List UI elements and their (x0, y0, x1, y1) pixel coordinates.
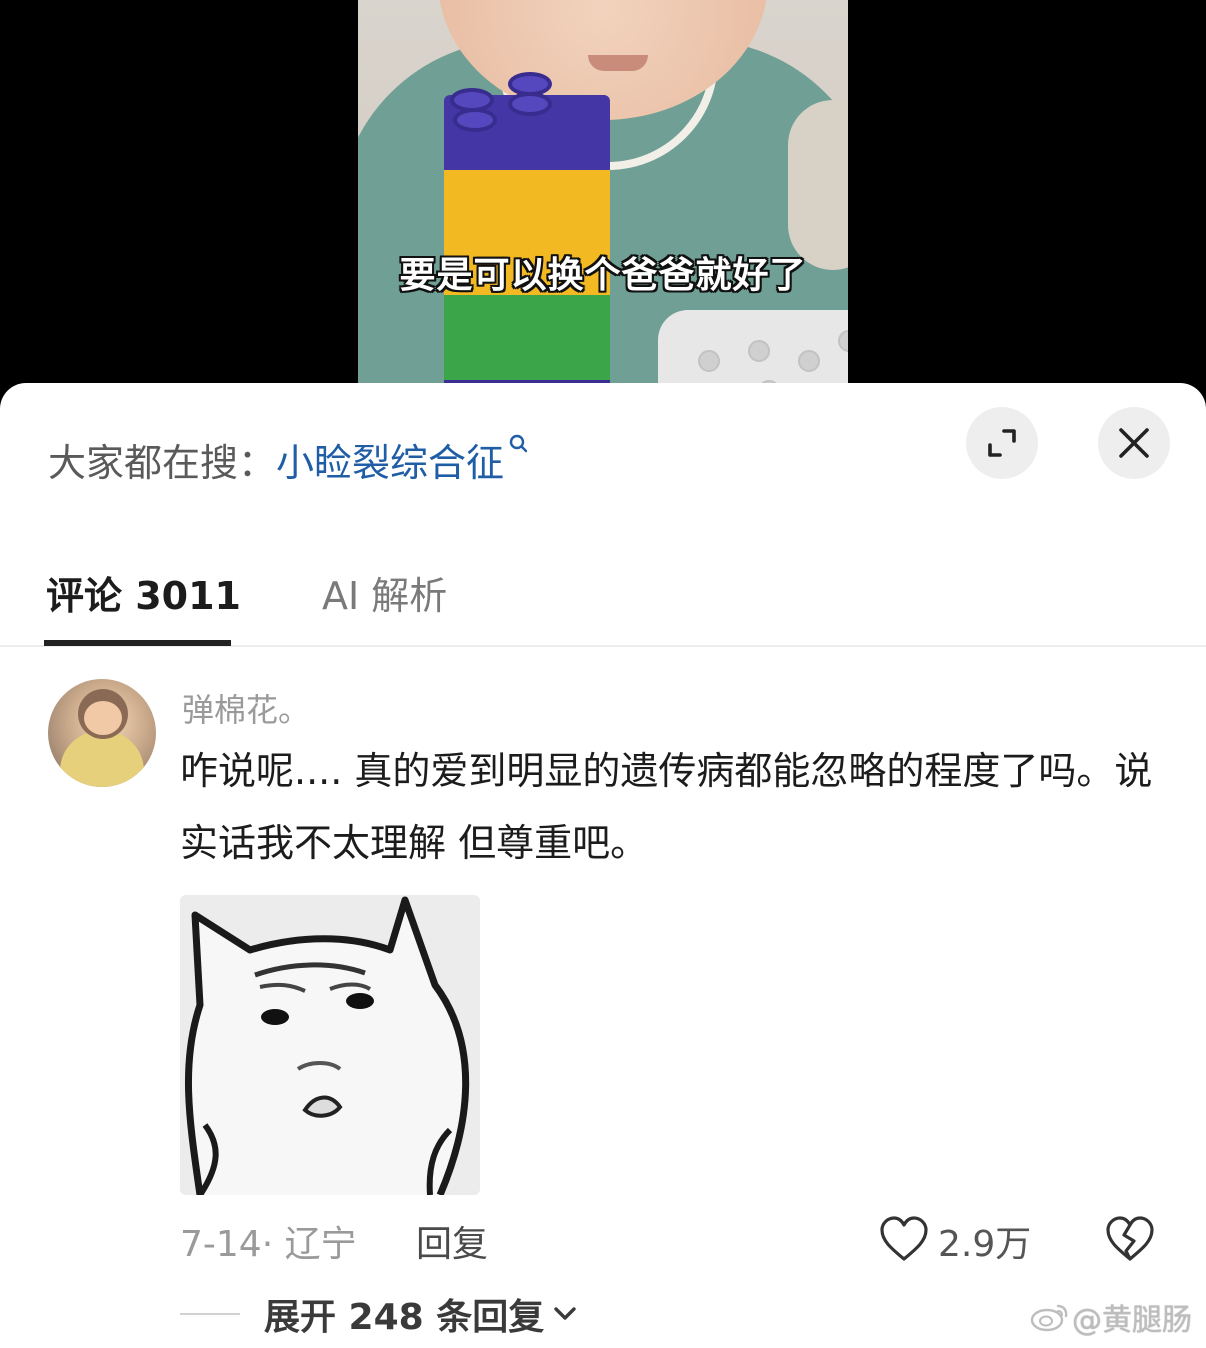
watermark-text: @黄腿肠 (1072, 1303, 1192, 1338)
expand-divider (180, 1313, 240, 1315)
lego-brick-green (444, 295, 610, 380)
expand-icon (988, 429, 1016, 457)
close-button[interactable] (1098, 407, 1170, 479)
expand-replies-label[interactable]: 展开 248 条回复 (264, 1288, 544, 1340)
watermark: @黄腿肠 (1030, 1297, 1192, 1338)
comment-username[interactable]: 弹棉花。 (182, 685, 310, 731)
tab-bar: 评论 3011 AI 解析 (0, 543, 1206, 647)
comment-sticker-image[interactable] (180, 895, 480, 1195)
like-count: 2.9万 (938, 1224, 1032, 1265)
video-shirt-print (788, 100, 848, 270)
heart-icon[interactable] (878, 1215, 930, 1263)
weibo-logo-icon (1030, 1304, 1068, 1332)
active-tab-indicator (44, 640, 231, 646)
cat-sticker-drawing (180, 895, 480, 1195)
comment-meta: 7-14· 辽宁 回复 2.9万 (180, 1215, 1170, 1271)
comment-sheet: 大家都在搜： 小睑裂综合征 评论 3011 AI 解析 弹棉花。 咋说呢....… (0, 383, 1206, 1348)
video-player[interactable]: 要是可以换个爸爸就好了 (0, 0, 1206, 400)
chevron-down-icon[interactable] (552, 1304, 578, 1324)
video-child-mouth (588, 55, 648, 71)
tab-comments[interactable]: 评论 3011 (46, 565, 241, 620)
comment-date-location: 7-14· 辽宁 (180, 1224, 357, 1265)
close-icon (1119, 428, 1149, 458)
comment-text[interactable]: 咋说呢.... 真的爱到明显的遗传病都能忽略的程度了吗。说实话我不太理解 但尊重… (180, 735, 1160, 879)
broken-heart-icon[interactable] (1104, 1215, 1156, 1263)
reply-button[interactable]: 回复 (416, 1215, 488, 1267)
trending-search[interactable]: 大家都在搜： 小睑裂综合征 (48, 433, 530, 485)
trending-search-term[interactable]: 小睑裂综合征 (276, 432, 504, 487)
search-icon[interactable] (508, 433, 530, 461)
avatar[interactable] (48, 679, 156, 787)
tab-ai-analysis[interactable]: AI 解析 (322, 565, 447, 620)
video-subtitle: 要是可以换个爸爸就好了 (399, 255, 807, 296)
video-frame[interactable]: 要是可以换个爸爸就好了 (358, 0, 848, 400)
expand-button[interactable] (966, 407, 1038, 479)
trending-search-prefix: 大家都在搜： (48, 440, 277, 485)
expand-replies[interactable]: 展开 248 条回复 (180, 1289, 578, 1339)
